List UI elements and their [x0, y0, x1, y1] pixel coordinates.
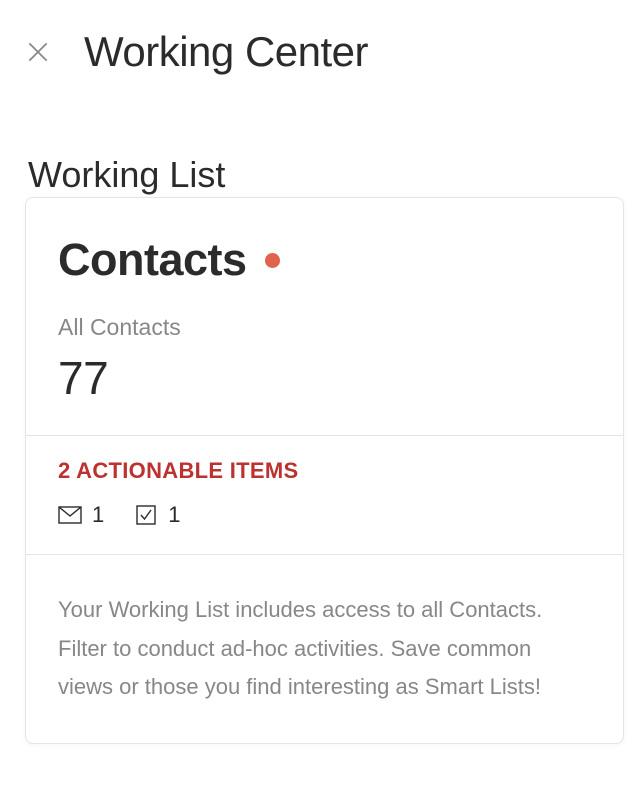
card-title-row: Contacts	[58, 234, 591, 286]
status-dot-icon	[265, 253, 280, 268]
page-title: Working Center	[84, 28, 368, 76]
contact-count: 77	[58, 351, 591, 405]
card-subheading: All Contacts	[58, 314, 591, 341]
mail-count: 1	[92, 502, 104, 528]
actionable-items-section: 2 ACTIONABLE ITEMS 1 1	[26, 436, 623, 554]
task-count: 1	[168, 502, 180, 528]
contacts-card[interactable]: Contacts All Contacts 77 2 ACTIONABLE IT…	[25, 197, 624, 744]
mail-icon	[58, 505, 82, 525]
header: Working Center	[0, 0, 643, 94]
section-label: Working List	[0, 94, 643, 196]
card-title: Contacts	[58, 234, 247, 286]
description-section: Your Working List includes access to all…	[26, 555, 623, 743]
mail-stat[interactable]: 1	[58, 502, 104, 528]
description-text: Your Working List includes access to all…	[58, 591, 591, 707]
actionable-items-heading: 2 ACTIONABLE ITEMS	[58, 458, 591, 484]
card-header: Contacts All Contacts 77	[26, 198, 623, 435]
stat-row: 1 1	[58, 502, 591, 528]
close-icon[interactable]	[24, 38, 52, 66]
task-stat[interactable]: 1	[134, 502, 180, 528]
checkbox-icon	[134, 505, 158, 525]
